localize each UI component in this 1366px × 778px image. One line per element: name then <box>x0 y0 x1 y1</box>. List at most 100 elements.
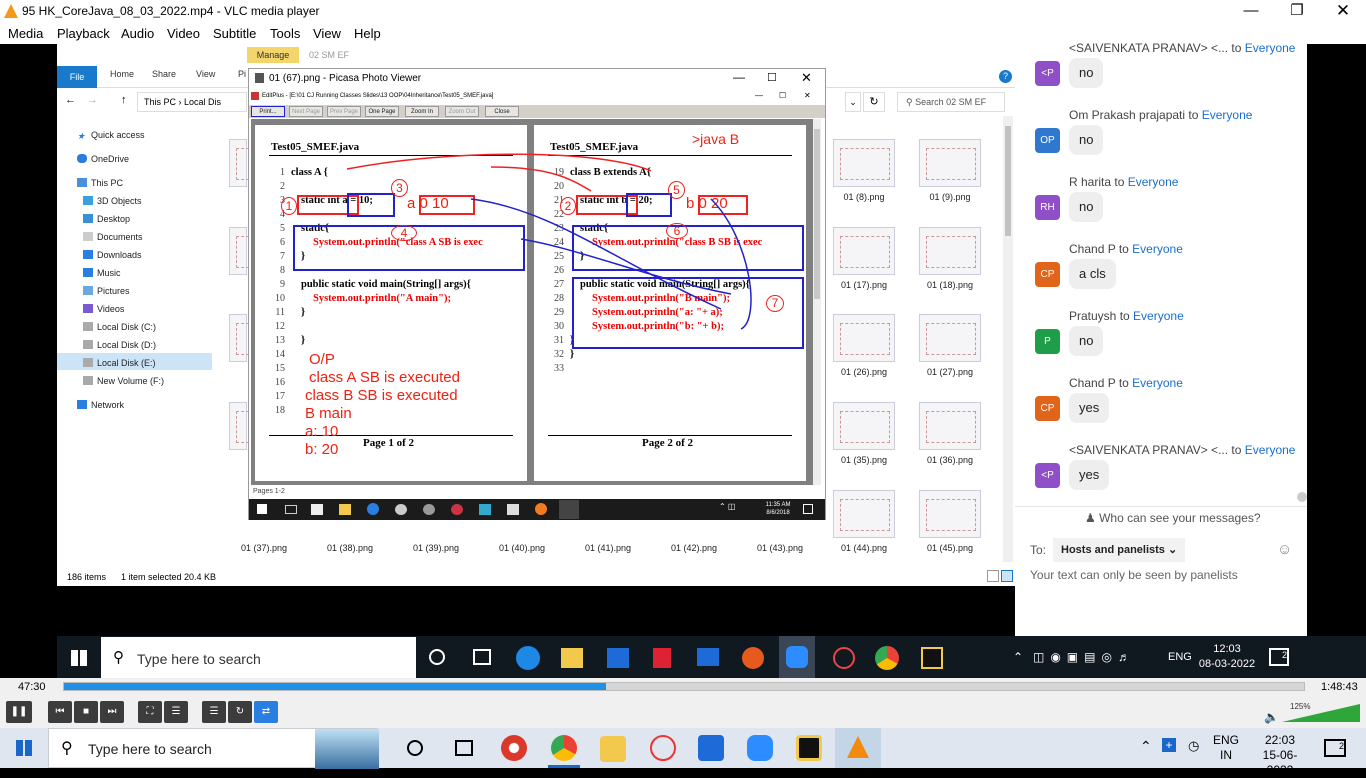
thumbnail[interactable] <box>833 490 895 538</box>
windows-start-icon[interactable] <box>16 740 32 756</box>
seek-slider[interactable] <box>63 682 1305 691</box>
sticky-app-icon[interactable] <box>921 647 943 669</box>
ribbon-tab-share[interactable]: Share <box>152 69 176 79</box>
edge-icon[interactable] <box>516 646 540 670</box>
menu-audio[interactable]: Audio <box>121 26 154 41</box>
thumbnail[interactable] <box>919 227 981 275</box>
thumbnail-label[interactable]: 01 (44).png <box>829 543 899 553</box>
thumbnail-label[interactable]: 01 (43).png <box>745 543 815 553</box>
thumbnail-label[interactable]: 01 (39).png <box>401 543 471 553</box>
previous-button[interactable]: ⏮ <box>48 701 72 723</box>
language-indicator[interactable]: ENG <box>1168 651 1192 663</box>
nav-documents[interactable]: Documents <box>83 232 143 242</box>
sticky-app-icon[interactable] <box>796 735 822 761</box>
thumbnail[interactable] <box>833 314 895 362</box>
random-button[interactable]: ⇄ <box>254 701 278 723</box>
thumbnail[interactable] <box>229 139 286 187</box>
store-icon[interactable] <box>698 735 724 761</box>
thumbnail[interactable] <box>229 227 286 275</box>
chat-scrollbar[interactable] <box>1297 492 1307 502</box>
notification-icon[interactable] <box>803 504 813 514</box>
cortana-icon[interactable] <box>407 740 423 756</box>
speaker-icon[interactable]: 🔈 <box>1264 710 1279 724</box>
thumbnail-label[interactable]: 01 (36).png <box>915 455 985 465</box>
picasa-maximize-button[interactable]: ☐ <box>767 71 777 84</box>
recorder-icon[interactable] <box>501 735 527 761</box>
recipient-dropdown[interactable]: Hosts and panelists ⌄ <box>1053 538 1186 562</box>
picasa-minimize-button[interactable]: — <box>733 70 745 84</box>
thumbnail[interactable] <box>833 402 895 450</box>
print-button[interactable]: Print... <box>251 106 285 117</box>
thumbnail[interactable] <box>919 490 981 538</box>
nav-network[interactable]: Network <box>77 400 124 410</box>
video-clock[interactable]: 12:03 08-03-2022 <box>1197 642 1257 672</box>
minimize-button[interactable]: — <box>1228 0 1274 23</box>
task-view-icon[interactable] <box>455 740 473 756</box>
windows-icon[interactable] <box>257 504 267 514</box>
firefox-icon[interactable] <box>535 503 547 515</box>
refresh-icon[interactable]: ↻ <box>863 92 885 112</box>
nav-local-disk-e[interactable]: Local Disk (E:) <box>83 358 156 368</box>
help-icon[interactable]: ? <box>999 70 1012 83</box>
thumbnail-label[interactable]: 01 (18).png <box>915 280 985 290</box>
search-input[interactable]: ⚲ Search 02 SM EF <box>897 92 1005 112</box>
nav-pictures[interactable]: Pictures <box>83 286 130 296</box>
zoom-out-button[interactable]: Zoom Out <box>445 106 479 117</box>
taskbar-search[interactable]: ⚲ Type here to search <box>48 728 379 769</box>
app-icon[interactable] <box>451 504 463 515</box>
loop-button[interactable]: ↻ <box>228 701 252 723</box>
restore-button[interactable]: ❐ <box>1274 0 1320 23</box>
zoom-icon[interactable] <box>747 735 773 761</box>
thumbnail-label[interactable]: 01 (45).png <box>915 543 985 553</box>
app-icon[interactable] <box>479 504 491 515</box>
playlist-button[interactable]: ☰ <box>202 701 226 723</box>
picasa-close-button[interactable]: ✕ <box>801 70 812 86</box>
nav-quick-access[interactable]: ★ Quick access <box>77 130 145 141</box>
nav-3d-objects[interactable]: 3D Objects <box>83 196 142 206</box>
notification-icon[interactable]: 2 <box>1324 739 1346 757</box>
scrollbar[interactable] <box>1003 116 1013 562</box>
task-view-icon[interactable] <box>285 505 297 514</box>
address-field[interactable]: This PC › Local Dis <box>137 92 247 112</box>
menu-view[interactable]: View <box>313 26 341 41</box>
extended-settings-button[interactable]: ☰ <box>164 701 188 723</box>
ribbon-tab-home[interactable]: Home <box>110 69 134 79</box>
thumbnail-view-icon[interactable] <box>1001 570 1013 582</box>
chat-input[interactable]: Your text can only be seen by panelists <box>1030 568 1238 582</box>
menu-media[interactable]: Media <box>8 26 43 41</box>
close-preview-button[interactable]: Close <box>485 106 519 117</box>
ribbon-tab-picture[interactable]: Pi <box>238 69 246 79</box>
system-clock[interactable]: 22:03 15-06-2022 <box>1250 733 1310 778</box>
nav-music[interactable]: Music <box>83 268 121 278</box>
editplus-maximize-button[interactable]: ☐ <box>779 91 786 100</box>
nav-local-disk-c[interactable]: Local Disk (C:) <box>83 322 156 332</box>
breadcrumb-root[interactable]: This PC <box>144 97 176 107</box>
details-view-icon[interactable] <box>987 570 999 582</box>
thumbnail[interactable] <box>919 402 981 450</box>
nav-local-disk-d[interactable]: Local Disk (D:) <box>83 340 156 350</box>
windows-start-icon[interactable] <box>71 650 87 666</box>
store-icon[interactable] <box>311 504 323 515</box>
thumbnail-label[interactable]: 01 (42).png <box>659 543 729 553</box>
breadcrumb-drive[interactable]: Local Dis <box>184 97 221 107</box>
fullscreen-button[interactable]: ⛶ <box>138 701 162 723</box>
tray-chevron-icon[interactable]: ⌃ <box>1013 650 1023 664</box>
thumbnail-label[interactable]: 01 (8).png <box>829 192 899 202</box>
edge-icon[interactable] <box>367 503 379 515</box>
gift-icon[interactable] <box>653 648 671 668</box>
next-button[interactable]: ⏭ <box>100 701 124 723</box>
snipping-tool-icon[interactable] <box>650 735 676 761</box>
forward-arrow-icon[interactable]: → <box>87 94 98 106</box>
nav-videos[interactable]: Videos <box>83 304 124 314</box>
tray-chevron-icon[interactable]: ⌃ <box>1140 738 1152 755</box>
menu-subtitle[interactable]: Subtitle <box>213 26 256 41</box>
thumbnail-label[interactable]: 01 (17).png <box>829 280 899 290</box>
app-icon[interactable] <box>423 504 435 515</box>
snipping-tool-icon[interactable] <box>833 647 855 669</box>
thumbnail-label[interactable]: 01 (38).png <box>315 543 385 553</box>
zoom-in-button[interactable]: Zoom In <box>405 106 439 117</box>
mail-icon[interactable] <box>697 648 719 666</box>
menu-video[interactable]: Video <box>167 26 200 41</box>
thumbnail-label[interactable]: 01 (26).png <box>829 367 899 377</box>
plus-app-icon[interactable]: + <box>1162 738 1176 752</box>
